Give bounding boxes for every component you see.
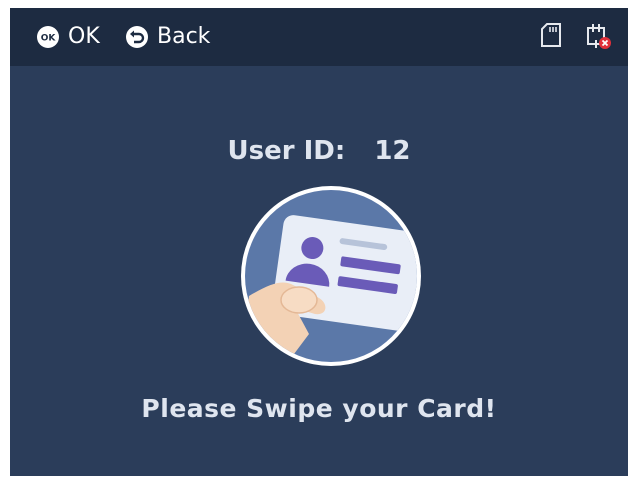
ok-button-icon: OK bbox=[37, 26, 59, 48]
swipe-card-prompt: Please Swipe your Card! bbox=[141, 394, 497, 423]
user-id-value: 12 bbox=[374, 136, 411, 166]
ok-label: OK bbox=[68, 24, 100, 49]
svg-text:OK: OK bbox=[41, 34, 57, 44]
swipe-card-icon bbox=[241, 186, 421, 366]
device-screen: OK OK Back User ID: 12 Please Swipe your… bbox=[10, 8, 628, 476]
status-icons bbox=[540, 22, 612, 50]
back-label: Back bbox=[157, 24, 211, 49]
ok-hint[interactable]: OK OK bbox=[36, 8, 100, 66]
back-hint[interactable]: Back bbox=[125, 8, 210, 66]
user-id-label: User ID: bbox=[227, 136, 346, 166]
back-arrow-icon bbox=[126, 26, 148, 48]
network-disconnected-icon bbox=[587, 24, 611, 49]
user-id-row: User ID: 12 bbox=[10, 136, 628, 166]
top-bar: OK OK Back bbox=[10, 8, 628, 66]
sd-card-icon bbox=[541, 23, 561, 47]
